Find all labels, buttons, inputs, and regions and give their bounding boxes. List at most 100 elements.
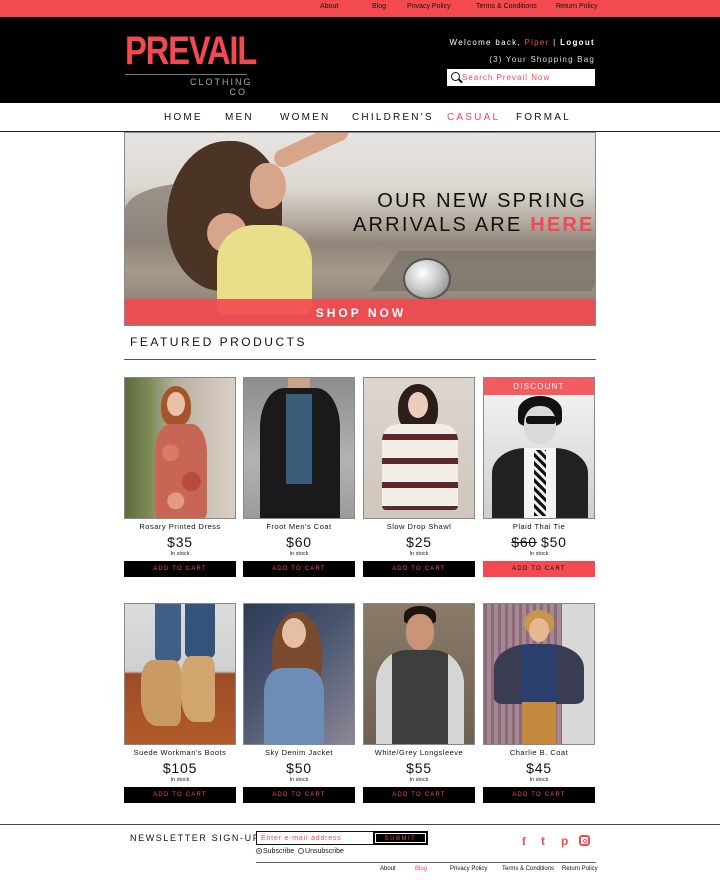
- product-figure-jeans-left: [155, 604, 181, 662]
- top-link-about[interactable]: About: [320, 3, 338, 10]
- footer-links-divider: [256, 862, 596, 863]
- add-to-cart-button[interactable]: ADD TO CART: [243, 561, 355, 577]
- pinterest-icon[interactable]: p: [561, 834, 568, 848]
- product-stock: In stock: [409, 551, 429, 557]
- add-to-cart-button[interactable]: ADD TO CART: [363, 561, 475, 577]
- product-price: $35: [167, 534, 193, 550]
- product-figure-sweater: [286, 394, 312, 484]
- brand-logo[interactable]: PREVAIL: [125, 31, 257, 71]
- top-link-privacy[interactable]: Privacy Policy: [407, 3, 451, 10]
- nav-item-childrens[interactable]: CHILDREN'S: [352, 112, 434, 123]
- logout-link[interactable]: Logout: [560, 38, 595, 47]
- product-figure-coat: [494, 644, 584, 704]
- hero-scooter-mirror: [403, 258, 451, 300]
- product-name[interactable]: Froot Men's Coat: [243, 522, 355, 531]
- product-image[interactable]: [363, 377, 475, 519]
- product-card: Slow Drop Shawl $25 In stock ADD TO CART: [363, 377, 475, 577]
- hero-headline-line2: ARRIVALS ARE HERE: [353, 213, 592, 237]
- product-figure-shirt: [376, 650, 464, 744]
- product-figure-face: [167, 392, 185, 416]
- discount-badge: DISCOUNT: [484, 378, 594, 395]
- footer-link-privacy[interactable]: Privacy Policy: [450, 866, 487, 872]
- footer-link-blog[interactable]: Blog: [415, 866, 427, 872]
- add-to-cart-button[interactable]: ADD TO CART: [243, 787, 355, 803]
- product-stock: In stock: [289, 777, 309, 783]
- featured-products-title: FEATURED PRODUCTS: [130, 335, 307, 349]
- hero-banner[interactable]: OUR NEW SPRING ARRIVALS ARE HERE SHOP NO…: [124, 132, 596, 326]
- top-link-return[interactable]: Return Policy: [556, 3, 598, 10]
- add-to-cart-button[interactable]: ADD TO CART: [124, 561, 236, 577]
- newsletter-options: Subscribe Unsubscribe: [256, 848, 344, 855]
- brand-subtitle: CLOTHING CO: [190, 77, 251, 97]
- unsubscribe-radio[interactable]: [298, 848, 305, 854]
- hero-model-face: [250, 163, 286, 209]
- product-card: DISCOUNT Plaid Thai Tie $60 $50 In stock …: [483, 377, 595, 577]
- nav-item-formal[interactable]: FORMAL: [516, 112, 571, 123]
- product-name[interactable]: Suede Workman's Boots: [124, 748, 236, 757]
- newsletter-submit-button[interactable]: SUBMIT: [373, 831, 428, 845]
- product-price: $45: [526, 760, 552, 776]
- footer-link-return[interactable]: Return Policy: [562, 866, 598, 872]
- hero-model-arm: [271, 133, 352, 171]
- product-stock: In stock: [170, 551, 190, 557]
- product-price: $60 $50: [483, 534, 595, 550]
- product-name[interactable]: Charlie B. Coat: [483, 748, 595, 757]
- top-link-blog[interactable]: Blog: [372, 3, 386, 10]
- product-name[interactable]: Plaid Thai Tie: [483, 522, 595, 531]
- product-price: $55: [406, 760, 432, 776]
- product-image[interactable]: [483, 603, 595, 745]
- product-image[interactable]: [243, 377, 355, 519]
- product-card: Sky Denim Jacket $50 In stock ADD TO CAR…: [243, 603, 355, 803]
- product-image[interactable]: DISCOUNT: [483, 377, 595, 519]
- product-name[interactable]: Rosary Printed Dress: [124, 522, 236, 531]
- product-card: Rosary Printed Dress $35 In stock ADD TO…: [124, 377, 236, 577]
- username-link[interactable]: Piper: [524, 38, 549, 47]
- subscribe-radio[interactable]: [256, 848, 262, 854]
- product-figure-face: [282, 618, 306, 648]
- featured-divider: [124, 359, 596, 360]
- shopping-bag-link[interactable]: (3) Your Shopping Bag: [489, 55, 595, 64]
- product-figure-jacket: [264, 668, 324, 744]
- product-name[interactable]: Sky Denim Jacket: [243, 748, 355, 757]
- product-name[interactable]: White/Grey Longsleeve: [363, 748, 475, 757]
- product-old-price: $60: [511, 534, 537, 550]
- product-figure-boot-left: [141, 660, 181, 726]
- nav-item-women[interactable]: WOMEN: [280, 112, 330, 123]
- search-icon[interactable]: [451, 72, 460, 81]
- product-stock: In stock: [170, 777, 190, 783]
- search-input[interactable]: [462, 69, 592, 86]
- add-to-cart-button[interactable]: ADD TO CART: [363, 787, 475, 803]
- search-box[interactable]: [447, 69, 595, 86]
- product-price: $60: [286, 534, 312, 550]
- hero-headline-highlight: HERE: [530, 214, 595, 236]
- logo-divider: [125, 74, 247, 75]
- footer-link-about[interactable]: About: [380, 866, 396, 872]
- shop-now-button[interactable]: SHOP NOW: [125, 299, 595, 325]
- product-image[interactable]: [124, 603, 236, 745]
- unsubscribe-label[interactable]: Unsubscribe: [305, 848, 344, 855]
- facebook-icon[interactable]: f: [522, 834, 526, 848]
- product-name[interactable]: Slow Drop Shawl: [363, 522, 475, 531]
- product-figure-face: [406, 614, 434, 650]
- newsletter-email-input[interactable]: [256, 831, 374, 845]
- add-to-cart-button[interactable]: ADD TO CART: [483, 561, 595, 577]
- add-to-cart-button[interactable]: ADD TO CART: [124, 787, 236, 803]
- welcome-message: Welcome back, Piper | Logout: [450, 38, 596, 47]
- footer-divider: [0, 824, 720, 825]
- add-to-cart-button[interactable]: ADD TO CART: [483, 787, 595, 803]
- nav-item-casual[interactable]: CASUAL: [447, 112, 500, 123]
- twitter-icon[interactable]: t: [541, 834, 545, 848]
- nav-item-home[interactable]: HOME: [164, 112, 203, 123]
- product-price: $105: [162, 760, 198, 776]
- subscribe-label[interactable]: Subscribe: [263, 848, 294, 855]
- footer-link-terms[interactable]: Terms & Conditions: [502, 866, 554, 872]
- product-image[interactable]: [363, 603, 475, 745]
- product-card: Charlie B. Coat $45 In stock ADD TO CART: [483, 603, 595, 803]
- top-link-terms[interactable]: Terms & Conditions: [476, 3, 537, 10]
- product-image[interactable]: [124, 377, 236, 519]
- nav-item-men[interactable]: MEN: [225, 112, 254, 123]
- instagram-icon[interactable]: [579, 835, 590, 846]
- instagram-lens: [582, 838, 587, 843]
- hero-headline-line1: OUR NEW SPRING: [377, 190, 587, 212]
- product-image[interactable]: [243, 603, 355, 745]
